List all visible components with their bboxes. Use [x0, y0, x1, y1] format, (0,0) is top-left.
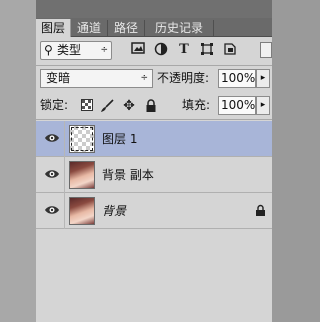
eye-icon[interactable]	[44, 168, 60, 180]
layer-thumbnail[interactable]	[69, 197, 95, 225]
blend-mode-select[interactable]: 变暗 ÷	[40, 69, 153, 88]
adjustment-filter-icon[interactable]	[153, 42, 169, 58]
filter-toggle-switch[interactable]	[260, 42, 272, 58]
blend-mode-label: 变暗	[46, 71, 71, 85]
type-filter-icon[interactable]: T	[176, 42, 192, 58]
divider	[64, 157, 65, 193]
divider	[64, 121, 65, 157]
tab-layers[interactable]: 图层	[36, 19, 71, 37]
divider	[36, 119, 272, 120]
layer-row-background-copy[interactable]: 背景 副本	[36, 157, 272, 193]
filter-kind-select[interactable]: ⚲ 类型 ÷	[40, 41, 112, 60]
lock-position-icon[interactable]: ✥	[122, 99, 136, 113]
chevron-updown-icon: ÷	[100, 45, 108, 55]
image-filter-icon[interactable]	[130, 42, 146, 58]
layer-name[interactable]: 图层 1	[102, 121, 137, 157]
layer-name[interactable]: 背景 副本	[102, 157, 154, 193]
lock-pixels-icon[interactable]	[100, 99, 114, 113]
opacity-label: 不透明度:	[157, 71, 210, 85]
panel-tab-bar: 图层 通道 路径 历史记录	[36, 18, 272, 37]
blend-row: 变暗 ÷ 不透明度: 100% ▸	[36, 66, 272, 92]
layers-panel: 图层 通道 路径 历史记录 ⚲ 类型 ÷ T 变暗 ÷ 不透明度: 100% ▸…	[36, 18, 272, 322]
shape-filter-icon[interactable]	[199, 42, 215, 58]
filter-row: ⚲ 类型 ÷ T	[36, 37, 272, 65]
filter-kind-label: 类型	[57, 43, 82, 57]
tab-paths[interactable]: 路径	[108, 20, 145, 36]
tab-history[interactable]: 历史记录	[145, 20, 214, 36]
lock-transparent-icon[interactable]	[80, 99, 94, 113]
layer-row-background[interactable]: 背景	[36, 193, 272, 229]
layer-thumbnail[interactable]	[69, 125, 95, 153]
top-bar	[0, 0, 272, 20]
fill-input[interactable]: 100%	[218, 96, 256, 115]
layer-thumbnail[interactable]	[69, 161, 95, 189]
smart-object-filter-icon[interactable]	[222, 42, 238, 58]
tab-channels[interactable]: 通道	[71, 20, 108, 36]
lock-label: 锁定:	[40, 98, 69, 112]
eye-icon[interactable]	[44, 132, 60, 144]
lock-all-icon[interactable]	[144, 99, 158, 113]
eye-icon[interactable]	[44, 204, 60, 216]
fill-slider-button[interactable]: ▸	[256, 96, 270, 115]
lock-icon	[254, 204, 266, 218]
opacity-slider-button[interactable]: ▸	[256, 69, 270, 88]
chevron-updown-icon: ÷	[140, 73, 148, 83]
opacity-input[interactable]: 100%	[218, 69, 256, 88]
search-icon: ⚲	[44, 43, 53, 57]
lock-row: 锁定: ✥ 填充: 100% ▸	[36, 93, 272, 119]
layer-row-layer-1[interactable]: 图层 1	[36, 121, 272, 157]
layer-name[interactable]: 背景	[102, 193, 126, 229]
left-canvas-strip	[0, 0, 36, 322]
divider	[64, 193, 65, 229]
fill-label: 填充:	[182, 98, 211, 112]
